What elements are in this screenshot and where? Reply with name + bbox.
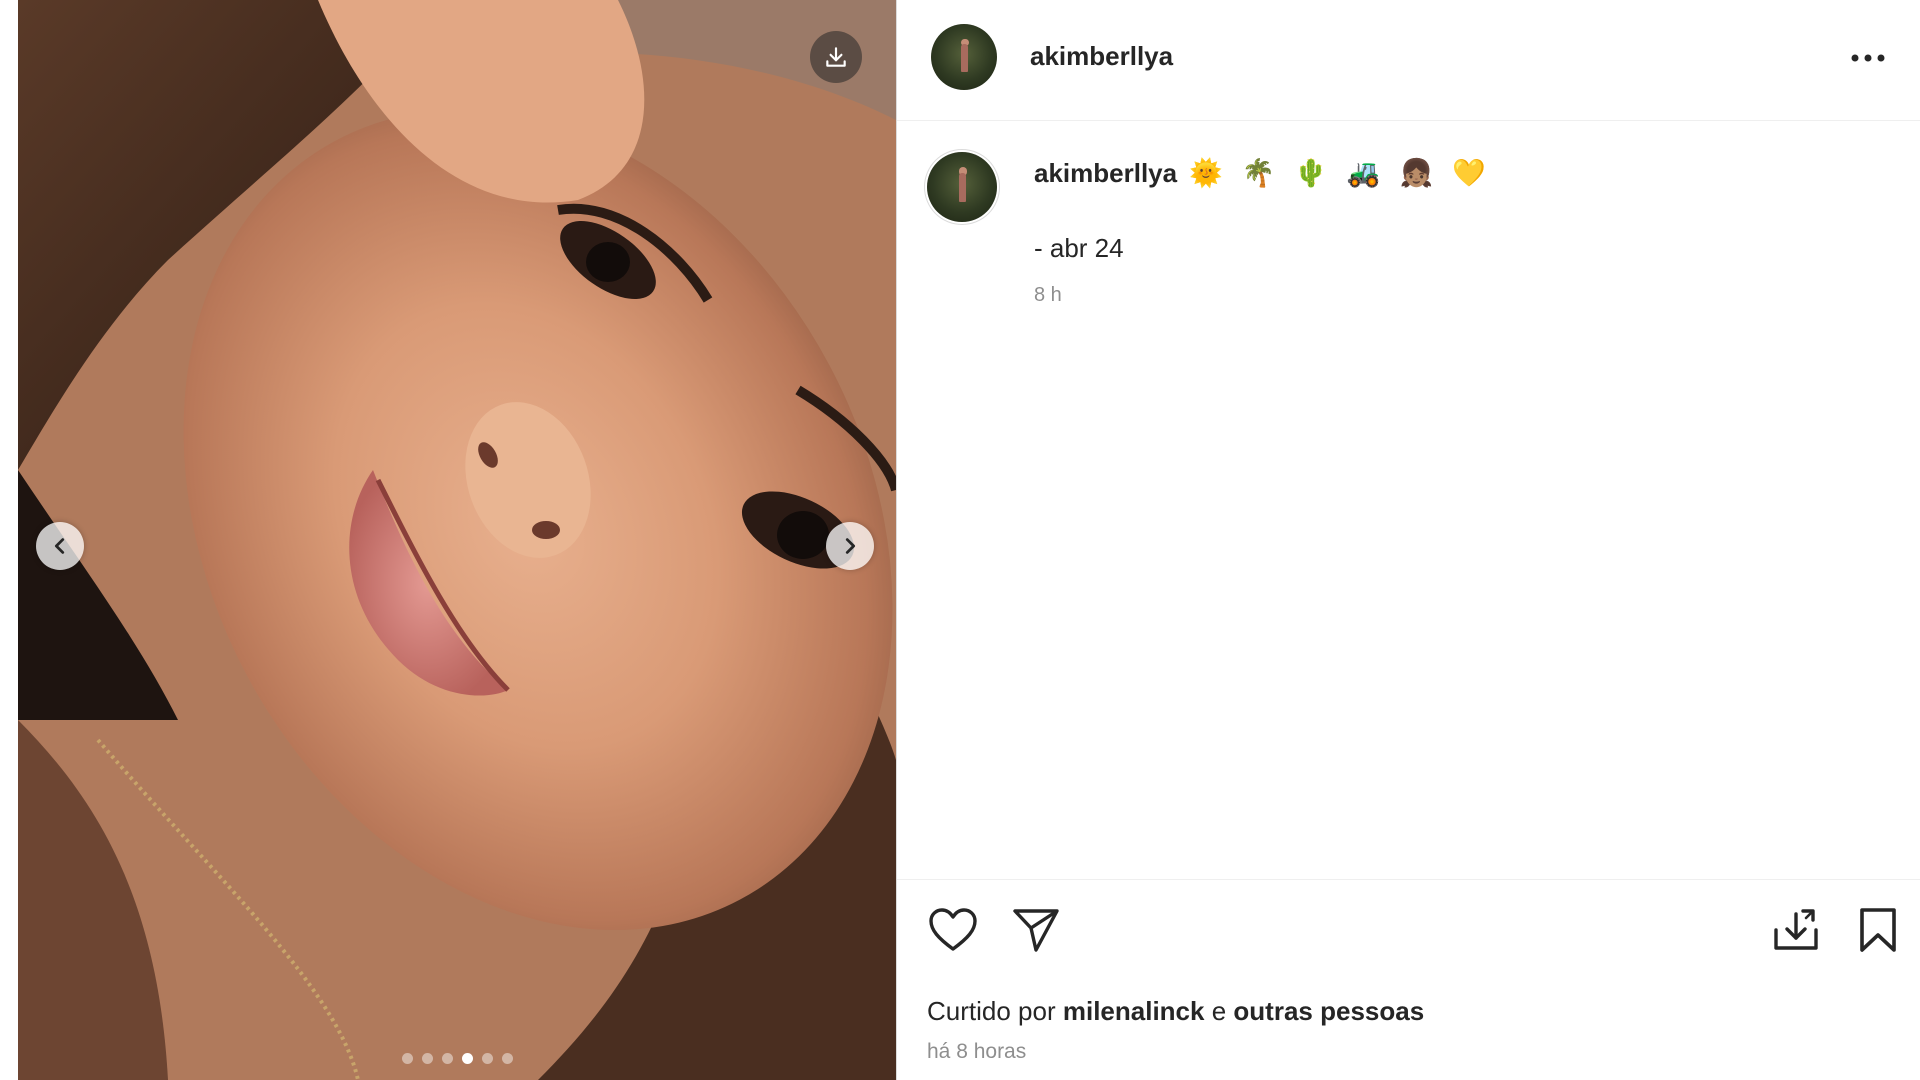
header-divider <box>897 120 1920 121</box>
carousel-indicator <box>18 1053 896 1064</box>
emoji-girl: 👧🏽 <box>1399 158 1434 188</box>
post-age[interactable]: há 8 horas <box>927 1040 1026 1064</box>
post-header: akimberllya <box>897 0 1920 120</box>
caption-timestamp[interactable]: 8 h <box>1034 284 1062 307</box>
more-options-icon <box>1851 54 1885 62</box>
more-options-button[interactable] <box>1846 44 1890 72</box>
save-to-collection-button[interactable] <box>1770 904 1822 956</box>
emoji-sun: 🌞 <box>1189 158 1223 188</box>
caption-text: - abr 24 <box>1034 233 1124 263</box>
header-username[interactable]: akimberllya <box>1030 41 1173 72</box>
post-photo <box>18 0 896 1080</box>
carousel-dot <box>461 1053 473 1064</box>
likes-joiner: e <box>1211 996 1227 1026</box>
caption-username[interactable]: akimberllya <box>1034 158 1177 189</box>
previous-slide-button[interactable] <box>36 522 84 570</box>
emoji-yellow-heart: 💛 <box>1452 158 1486 188</box>
carousel-dot <box>481 1053 493 1064</box>
chevron-right-icon <box>845 538 856 554</box>
likes-prefix: Curtido por <box>927 996 1056 1026</box>
carousel-dot <box>421 1053 433 1064</box>
caption-emojis: 🌞 🌴 🌵 🚜 👧🏽 💛 <box>1189 156 1486 190</box>
carousel-dot <box>401 1053 413 1064</box>
liked-by-user[interactable]: milenalinck <box>1063 996 1205 1026</box>
like-button[interactable] <box>927 904 979 956</box>
heart-icon <box>929 908 977 951</box>
download-button[interactable] <box>810 31 862 83</box>
download-icon <box>826 47 846 67</box>
post-details-panel: akimberllya akimberllya 🌞 🌴 🌵 🚜 👧🏽 💛 - a… <box>897 0 1920 1080</box>
post-media[interactable] <box>18 0 896 1080</box>
avatar[interactable] <box>931 24 997 90</box>
bookmark-icon <box>1860 908 1896 952</box>
chevron-left-icon <box>54 538 65 554</box>
emoji-cactus: 🌵 <box>1294 158 1328 188</box>
next-slide-button[interactable] <box>826 522 874 570</box>
save-to-collection-icon <box>1774 909 1818 950</box>
share-button[interactable] <box>1010 904 1062 956</box>
send-icon <box>1013 909 1059 952</box>
emoji-palm-tree: 🌴 <box>1241 158 1276 188</box>
carousel-dot <box>501 1053 513 1064</box>
carousel-dot <box>441 1053 453 1064</box>
liked-by-others[interactable]: outras pessoas <box>1233 996 1424 1026</box>
caption-avatar[interactable] <box>927 152 997 222</box>
bookmark-button[interactable] <box>1852 904 1904 956</box>
likes-summary: Curtido por milenalinck e outras pessoas <box>927 996 1424 1027</box>
actions-divider <box>897 879 1920 880</box>
emoji-tractor: 🚜 <box>1346 158 1381 188</box>
